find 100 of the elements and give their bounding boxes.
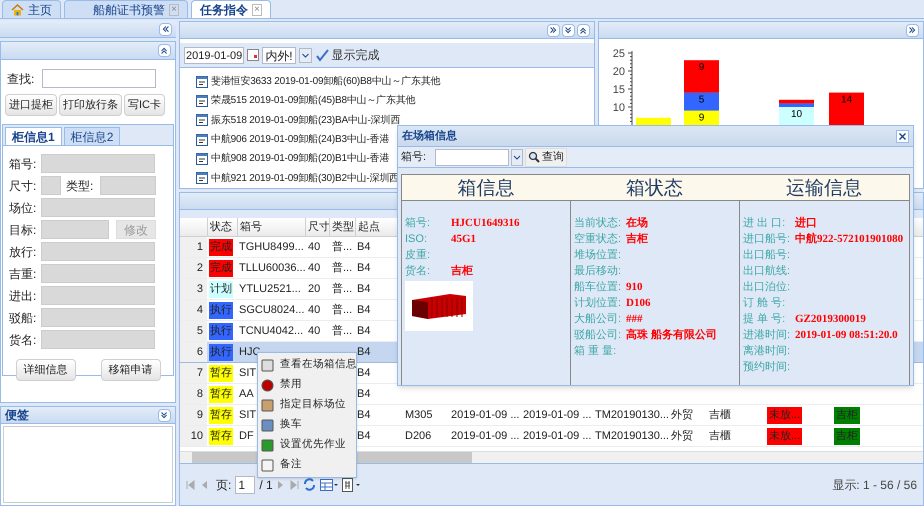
- table-icon[interactable]: [320, 478, 338, 490]
- table-cell: YTLU2521...: [239, 282, 301, 295]
- release-badge: 未放...: [767, 428, 802, 444]
- table-cell: 普...: [332, 282, 352, 295]
- tab[interactable]: 柜信息2: [64, 127, 120, 145]
- input-field[interactable]: [41, 286, 155, 305]
- chevron-down-icon[interactable]: [298, 48, 312, 62]
- collapse-icon[interactable]: [158, 44, 171, 57]
- export-icon[interactable]: [342, 478, 360, 492]
- table-cell: TGHU8499...: [239, 240, 304, 253]
- bar-value-label: 5: [698, 94, 704, 106]
- filter-dropdown[interactable]: 内外!: [262, 46, 296, 64]
- release-badge: 未放...: [767, 406, 802, 424]
- status-badge: 执行: [209, 344, 233, 360]
- calendar-icon[interactable]: [247, 49, 260, 61]
- first-page-icon[interactable]: [186, 480, 196, 490]
- table-cell: B4: [357, 324, 370, 337]
- notes-area[interactable]: [3, 426, 173, 503]
- table-cell: 普...: [332, 240, 352, 253]
- collapse-icon[interactable]: [159, 22, 172, 36]
- menu-item[interactable]: 备注: [258, 455, 356, 475]
- info-label: 货名:: [405, 264, 432, 278]
- input-field[interactable]: [41, 198, 155, 217]
- tab[interactable]: 主页: [2, 0, 61, 18]
- action-button[interactable]: 移箱申请: [100, 359, 160, 381]
- info-label: 空重状态:: [574, 232, 622, 246]
- date-field[interactable]: 2019-01-09: [184, 46, 244, 64]
- menu-item[interactable]: 查看在场箱信息: [258, 355, 356, 375]
- search-field[interactable]: [42, 69, 156, 88]
- row-number: 6: [180, 342, 207, 362]
- close-icon[interactable]: [896, 130, 909, 142]
- status-badge: 暂存: [209, 386, 233, 402]
- input-field[interactable]: [41, 308, 155, 327]
- section-heading: 箱状态: [626, 177, 683, 199]
- table-cell: AA: [239, 388, 254, 400]
- previous-page-icon[interactable]: [200, 480, 208, 490]
- task-item[interactable]: 中航906 2019-01-09卸船(24)B3中山-香港: [211, 132, 390, 148]
- input-field[interactable]: [41, 330, 155, 349]
- task-item[interactable]: 振东518 2019-01-09卸船(23)BA中山-深圳西: [211, 112, 400, 128]
- status-badge: 暂存: [209, 364, 233, 382]
- search-field[interactable]: [435, 148, 509, 166]
- table-cell: 普...: [332, 262, 352, 274]
- action-button[interactable]: 打印放行条: [59, 94, 122, 116]
- show-done-toggle[interactable]: 显示完成: [332, 46, 380, 64]
- status-badge: 计划: [209, 280, 233, 298]
- input-field[interactable]: [41, 176, 61, 195]
- tab[interactable]: 任务指令 ×: [191, 0, 271, 18]
- collapse-icon[interactable]: [906, 24, 919, 36]
- task-item[interactable]: 斐港恒安3633 2019-01-09卸船(60)B8中山～广东其他: [211, 74, 440, 90]
- action-button[interactable]: 进口提柜: [5, 94, 57, 116]
- status-badge: 暂存: [209, 406, 233, 424]
- tab[interactable]: 柜信息1: [5, 127, 62, 145]
- last-page-icon[interactable]: [288, 480, 299, 490]
- tab[interactable]: 船舶证书预警 ×: [64, 0, 188, 18]
- status-badge: 完成: [209, 238, 233, 256]
- table-cell: 40: [308, 240, 320, 253]
- next-page-icon[interactable]: [276, 480, 285, 490]
- table-cell: 20: [308, 282, 320, 295]
- column-header[interactable]: 状态: [207, 218, 237, 236]
- document-icon: [196, 76, 208, 88]
- document-icon: [196, 134, 208, 146]
- section-heading: 运输信息: [786, 177, 862, 199]
- table-cell: 吉櫃: [709, 430, 731, 442]
- close-tab-button[interactable]: ×: [252, 4, 262, 16]
- input-field[interactable]: [41, 264, 155, 283]
- table-cell: 2019-01-09 ...: [451, 430, 520, 442]
- table-cell: B4: [357, 346, 370, 358]
- checkmark-icon[interactable]: [314, 48, 329, 62]
- document-icon: [196, 114, 208, 126]
- table-cell: B4: [357, 388, 370, 400]
- info-label: 箱 重 量:: [574, 344, 618, 358]
- table-cell: TLLU60036...: [239, 262, 306, 274]
- query-button[interactable]: 查询: [525, 148, 567, 166]
- table-cell: B4: [357, 282, 370, 295]
- collapse-icon[interactable]: [158, 408, 171, 422]
- input-field[interactable]: [41, 220, 109, 239]
- table-cell: B4: [357, 262, 370, 274]
- task-item[interactable]: 荣晟515 2019-01-09卸船(45)B8中山～广东其他: [211, 93, 416, 108]
- chevron-down-icon[interactable]: [511, 148, 523, 166]
- input-field[interactable]: [41, 154, 155, 173]
- task-item[interactable]: 中航908 2019-01-09卸船(20)B1中山-香港: [211, 151, 390, 166]
- expand-icon[interactable]: [562, 24, 575, 36]
- field-label: 货名:: [9, 332, 38, 348]
- load-badge: 吉柜: [834, 406, 860, 424]
- info-label: 船车位置:: [574, 280, 622, 294]
- panel-title: 便签: [5, 407, 29, 424]
- column-header[interactable]: 尺寸: [305, 218, 329, 236]
- document-icon: [196, 94, 208, 107]
- input-field[interactable]: [41, 242, 155, 261]
- field-label: 吉重:: [9, 266, 38, 282]
- table-cell: 40: [308, 324, 320, 337]
- input-field[interactable]: [100, 176, 156, 195]
- status-badge: 完成: [209, 260, 233, 276]
- page-field[interactable]: 1: [235, 476, 256, 494]
- column-header[interactable]: 类型: [329, 218, 355, 236]
- column-header[interactable]: 箱号: [237, 218, 305, 236]
- action-button[interactable]: 写IC卡: [124, 94, 165, 116]
- field-label: 放行:: [9, 244, 38, 260]
- field-label: 箱号:: [9, 156, 38, 172]
- action-button[interactable]: 详细信息: [16, 359, 76, 381]
